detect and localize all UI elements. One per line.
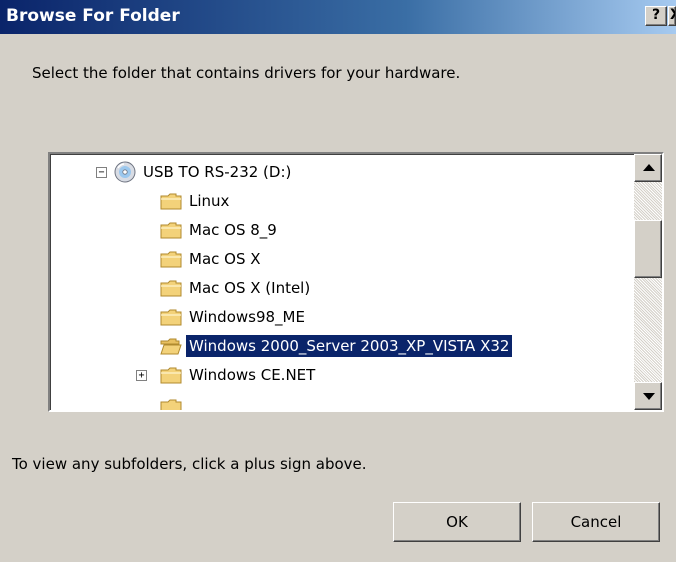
vertical-scrollbar[interactable] — [634, 154, 662, 410]
folder-icon — [160, 399, 182, 410]
folder-tree-view: − USB TO RS-232 (D:) Linux Mac OS 8_9 Ma… — [50, 154, 634, 410]
window-title: Browse For Folder — [6, 6, 180, 26]
expand-expander[interactable]: + — [136, 370, 147, 381]
scroll-up-button[interactable] — [634, 154, 662, 182]
folder-icon — [160, 222, 182, 239]
tree-item-label: Mac OS 8_9 — [189, 221, 277, 239]
tree-item-label: Windows 2000_Server 2003_XP_VISTA X32 — [186, 335, 513, 357]
scrollbar-thumb[interactable] — [634, 220, 662, 278]
folder-icon — [160, 193, 182, 210]
tree-item-label: Mac OS X (Intel) — [189, 279, 311, 297]
instruction-text: Select the folder that contains drivers … — [32, 64, 461, 82]
tree-item-label: Linux — [189, 192, 230, 210]
hint-text: To view any subfolders, click a plus sig… — [12, 455, 367, 473]
arrow-down-icon — [643, 393, 655, 400]
open-folder-icon — [160, 338, 182, 355]
arrow-up-icon — [643, 164, 655, 171]
folder-icon — [160, 367, 182, 384]
browse-for-folder-dialog: Browse For Folder ? X Select the folder … — [0, 0, 676, 562]
folder-tree[interactable]: − USB TO RS-232 (D:) Linux Mac OS 8_9 Ma… — [48, 152, 664, 412]
folder-icon — [160, 280, 182, 297]
cd-drive-icon — [114, 161, 136, 183]
close-button[interactable]: X — [668, 6, 676, 26]
cancel-button[interactable]: Cancel — [532, 502, 660, 542]
title-bar[interactable]: Browse For Folder ? X — [0, 0, 676, 34]
folder-icon — [160, 251, 182, 268]
tree-item-label: Windows98_ME — [189, 308, 305, 326]
folder-icon — [160, 309, 182, 326]
collapse-expander[interactable]: − — [96, 167, 107, 178]
scroll-down-button[interactable] — [634, 382, 662, 410]
tree-item-label: Windows CE.NET — [189, 366, 316, 384]
tree-item-label: USB TO RS-232 (D:) — [143, 163, 292, 181]
help-button[interactable]: ? — [645, 6, 667, 26]
tree-item-label: Mac OS X — [189, 250, 261, 268]
ok-button[interactable]: OK — [393, 502, 521, 542]
